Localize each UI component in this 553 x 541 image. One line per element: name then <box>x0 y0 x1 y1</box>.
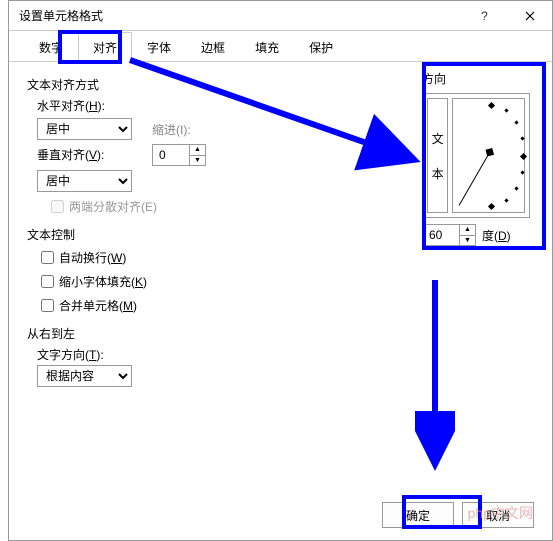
cancel-button[interactable]: 取消 <box>462 502 534 528</box>
text-direction-label: 文字方向(T): <box>37 346 534 363</box>
text-direction-select[interactable]: 根据内容 <box>37 365 132 387</box>
rtl-section: 从右到左 <box>27 325 534 342</box>
degree-spinner[interactable]: ▲▼ <box>422 224 476 246</box>
degree-input[interactable] <box>423 225 459 245</box>
wrap-text-checkbox[interactable]: 自动换行(W) <box>37 248 534 267</box>
shrink-fit-checkbox[interactable]: 缩小字体填充(K) <box>37 272 534 291</box>
help-button[interactable]: ? <box>462 1 507 31</box>
chevron-down-icon[interactable]: ▼ <box>460 236 475 246</box>
indent-label: 缩进(I): <box>152 121 191 138</box>
orientation-compass[interactable] <box>452 98 525 213</box>
v-align-label: 垂直对齐(V): <box>37 146 152 163</box>
dialog-footer: 确定 取消 <box>382 502 534 528</box>
tab-font[interactable]: 字体 <box>132 32 186 62</box>
orientation-label: 方向 <box>422 70 530 87</box>
h-align-select[interactable]: 居中 <box>37 118 132 140</box>
orientation-needle <box>459 152 491 206</box>
titlebar: 设置单元格格式 ? <box>9 1 552 31</box>
tab-border[interactable]: 边框 <box>186 32 240 62</box>
orientation-group: 方向 文 本 <box>422 70 530 246</box>
indent-spinner[interactable]: ▲▼ <box>152 144 206 166</box>
tab-align[interactable]: 对齐 <box>78 32 132 62</box>
close-button[interactable] <box>507 1 552 31</box>
vertical-text-button[interactable]: 文 本 <box>427 98 448 213</box>
tab-protect[interactable]: 保护 <box>294 32 348 62</box>
chevron-up-icon[interactable]: ▲ <box>190 145 205 156</box>
close-icon <box>525 11 535 21</box>
degree-label: 度(D) <box>482 227 511 244</box>
tab-fill[interactable]: 填充 <box>240 32 294 62</box>
merge-cells-checkbox[interactable]: 合并单元格(M) <box>37 296 534 315</box>
dialog-body: 文本对齐方式 水平对齐(H): 居中 缩进(I): 垂直对齐(V): ▲▼ 居中… <box>9 62 552 492</box>
dialog-title: 设置单元格格式 <box>19 7 462 24</box>
v-align-select[interactable]: 居中 <box>37 170 132 192</box>
chevron-down-icon[interactable]: ▼ <box>190 156 205 166</box>
ok-button[interactable]: 确定 <box>382 502 454 528</box>
tab-number[interactable]: 数字 <box>24 32 78 62</box>
tab-bar: 数字 对齐 字体 边框 填充 保护 <box>9 31 552 62</box>
indent-input[interactable] <box>153 145 189 165</box>
chevron-up-icon[interactable]: ▲ <box>460 225 475 236</box>
format-cells-dialog: 设置单元格格式 ? 数字 对齐 字体 边框 填充 保护 文本对齐方式 水平对齐(… <box>8 0 553 541</box>
